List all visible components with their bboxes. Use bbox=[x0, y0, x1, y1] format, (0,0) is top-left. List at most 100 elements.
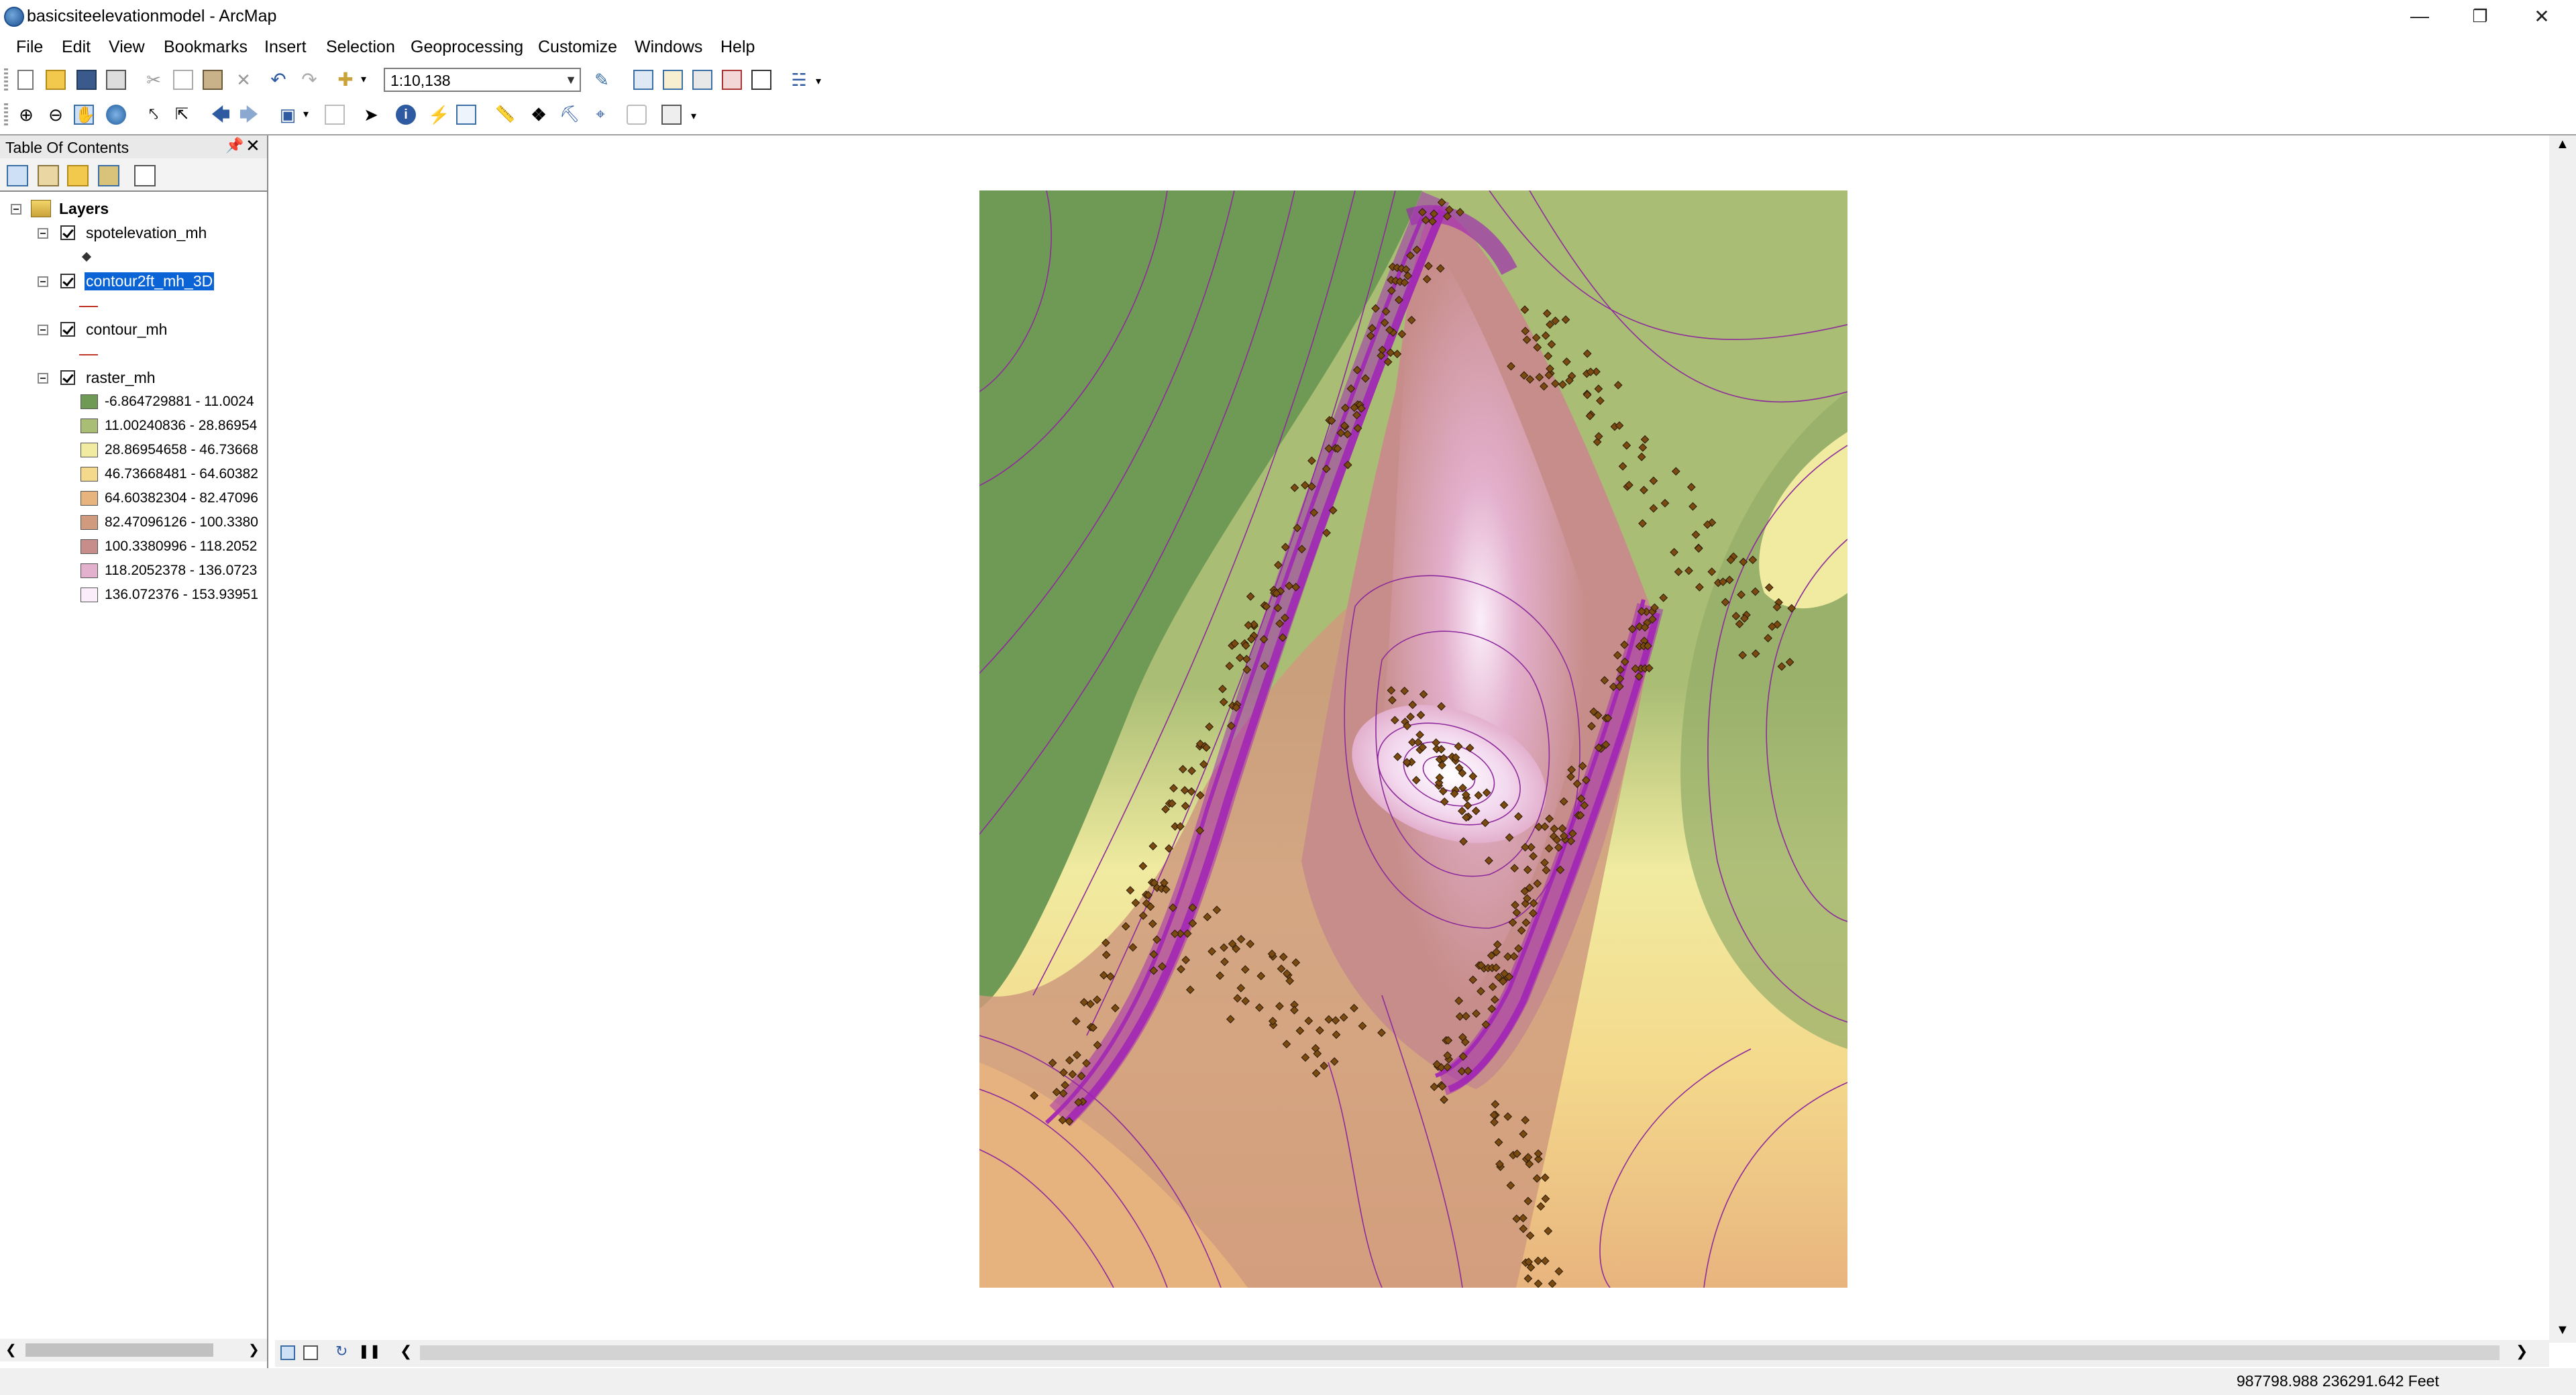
python-window-icon[interactable] bbox=[751, 70, 771, 90]
copy-icon[interactable] bbox=[173, 70, 193, 90]
legend-swatch[interactable] bbox=[80, 539, 98, 554]
layer-visibility-checkbox[interactable] bbox=[60, 370, 75, 385]
redo-icon[interactable]: ↷ bbox=[299, 70, 319, 90]
layer-collapse-toggle[interactable] bbox=[38, 325, 48, 335]
menu-selection[interactable]: Selection bbox=[326, 38, 395, 57]
layer-visibility-checkbox[interactable] bbox=[60, 225, 75, 240]
layer-contour2ft-mh-3d[interactable]: contour2ft_mh_3D bbox=[83, 272, 215, 291]
elevation-map[interactable] bbox=[979, 190, 1847, 1288]
list-by-visibility-icon[interactable] bbox=[67, 165, 89, 186]
legend-swatch[interactable] bbox=[80, 491, 98, 506]
save-icon[interactable] bbox=[76, 70, 97, 90]
legend-swatch[interactable] bbox=[80, 563, 98, 578]
restore-button[interactable]: ❐ bbox=[2450, 0, 2510, 32]
menu-bookmarks[interactable]: Bookmarks bbox=[164, 38, 248, 57]
pause-drawing-icon[interactable]: ❚❚ bbox=[358, 1343, 381, 1359]
layer-visibility-checkbox[interactable] bbox=[60, 322, 75, 337]
fixed-zoom-in-icon[interactable]: ⤣ bbox=[144, 105, 164, 125]
search-window-icon[interactable] bbox=[692, 70, 712, 90]
layers-root-label[interactable]: Layers bbox=[59, 200, 109, 218]
add-data-dropdown-icon[interactable]: ▾ bbox=[361, 70, 372, 90]
toolbar-options-icon[interactable]: ▾ bbox=[691, 105, 702, 125]
menu-geoprocessing[interactable]: Geoprocessing bbox=[411, 38, 523, 57]
scrollbar-thumb[interactable] bbox=[420, 1345, 2500, 1360]
open-folder-icon[interactable] bbox=[46, 70, 66, 90]
menu-windows[interactable]: Windows bbox=[635, 38, 702, 57]
map-scale-combo[interactable]: 1:10,138 ▼ bbox=[384, 68, 581, 92]
find-icon[interactable]: ❖ bbox=[529, 105, 549, 125]
close-window-button[interactable]: ✕ bbox=[2512, 0, 2572, 32]
legend-swatch[interactable] bbox=[80, 394, 98, 409]
menu-edit[interactable]: Edit bbox=[62, 38, 91, 57]
cut-icon[interactable]: ✂ bbox=[144, 70, 164, 90]
map-vertical-scrollbar[interactable]: ▲ ▼ bbox=[2549, 135, 2576, 1343]
arctoolbox-icon[interactable] bbox=[722, 70, 742, 90]
close-icon[interactable]: ✕ bbox=[246, 135, 260, 156]
legend-swatch[interactable] bbox=[80, 515, 98, 530]
legend-swatch[interactable] bbox=[80, 443, 98, 457]
catalog-icon[interactable] bbox=[663, 70, 683, 90]
list-by-selection-icon[interactable] bbox=[98, 165, 119, 186]
toolbar-options-icon[interactable]: ▾ bbox=[816, 70, 826, 90]
print-icon[interactable] bbox=[106, 70, 126, 90]
layers-collapse-toggle[interactable] bbox=[11, 204, 21, 215]
forward-arrow-icon[interactable]: 🡆 bbox=[239, 105, 259, 125]
legend-swatch[interactable] bbox=[80, 588, 98, 602]
table-of-contents-icon[interactable] bbox=[633, 70, 653, 90]
editor-toolbar-icon[interactable]: ✎ bbox=[592, 70, 612, 90]
delete-icon[interactable]: ✕ bbox=[233, 70, 254, 90]
layout-view-icon[interactable] bbox=[303, 1345, 318, 1360]
layer-raster-mh[interactable]: raster_mh bbox=[86, 369, 156, 387]
clear-selection-icon[interactable] bbox=[325, 105, 345, 125]
menu-help[interactable]: Help bbox=[720, 38, 755, 57]
refresh-icon[interactable]: ↻ bbox=[335, 1343, 347, 1360]
layer-collapse-toggle[interactable] bbox=[38, 276, 48, 287]
layer-visibility-checkbox[interactable] bbox=[60, 274, 75, 288]
legend-swatch[interactable] bbox=[80, 467, 98, 482]
zoom-out-icon[interactable]: ⊖ bbox=[46, 105, 66, 125]
scroll-left-icon[interactable]: ❮ bbox=[5, 1341, 17, 1358]
toc-options-icon[interactable] bbox=[134, 165, 156, 186]
menu-file[interactable]: File bbox=[16, 38, 43, 57]
new-document-icon[interactable] bbox=[17, 70, 34, 90]
find-route-icon[interactable]: ⛏ bbox=[559, 105, 580, 125]
scroll-right-icon[interactable]: ❯ bbox=[248, 1341, 260, 1358]
legend-swatch[interactable] bbox=[80, 418, 98, 433]
select-dropdown-icon[interactable]: ▾ bbox=[303, 105, 314, 125]
layer-spotelevation-mh[interactable]: spotelevation_mh bbox=[86, 224, 207, 242]
time-slider-icon[interactable] bbox=[627, 105, 647, 125]
fixed-zoom-out-icon[interactable]: ⇱ bbox=[172, 105, 192, 125]
html-popup-icon[interactable] bbox=[456, 105, 476, 125]
pan-icon[interactable]: ✋ bbox=[74, 105, 95, 125]
add-data-icon[interactable]: ✚ bbox=[335, 70, 356, 90]
list-by-source-icon[interactable] bbox=[38, 165, 59, 186]
zoom-in-icon[interactable]: ⊕ bbox=[16, 105, 36, 125]
toc-horizontal-scrollbar[interactable]: ❮ ❯ bbox=[0, 1339, 267, 1361]
back-arrow-icon[interactable]: 🡄 bbox=[211, 105, 231, 125]
scroll-up-icon[interactable]: ▲ bbox=[2556, 137, 2569, 152]
map-horizontal-scrollbar[interactable]: ❮ ❯ bbox=[400, 1343, 2533, 1363]
scroll-down-icon[interactable]: ▼ bbox=[2556, 1323, 2569, 1338]
identify-icon[interactable]: i bbox=[396, 105, 416, 125]
modelbuilder-icon[interactable]: ☵ bbox=[789, 70, 809, 90]
toolbar-grip[interactable] bbox=[4, 103, 8, 126]
layer-collapse-toggle[interactable] bbox=[38, 373, 48, 384]
undo-icon[interactable]: ↶ bbox=[268, 70, 288, 90]
data-view-icon[interactable] bbox=[280, 1345, 295, 1360]
toolbar-grip[interactable] bbox=[4, 68, 8, 91]
menu-customize[interactable]: Customize bbox=[538, 38, 617, 57]
select-features-icon[interactable]: ▣ bbox=[278, 105, 298, 125]
go-to-xy-icon[interactable]: ⌖ bbox=[590, 105, 610, 125]
scroll-right-icon[interactable]: ❯ bbox=[2516, 1343, 2528, 1360]
pin-icon[interactable]: 📌 bbox=[225, 137, 244, 154]
list-by-drawing-order-icon[interactable] bbox=[7, 165, 28, 186]
select-elements-icon[interactable]: ➤ bbox=[361, 105, 381, 125]
full-extent-icon[interactable] bbox=[106, 105, 126, 125]
menu-insert[interactable]: Insert bbox=[264, 38, 307, 57]
measure-icon[interactable]: 📏 bbox=[495, 105, 515, 125]
minimize-button[interactable]: — bbox=[2390, 0, 2450, 32]
menu-view[interactable]: View bbox=[109, 38, 145, 57]
scroll-left-icon[interactable]: ❮ bbox=[400, 1343, 412, 1360]
layer-collapse-toggle[interactable] bbox=[38, 228, 48, 239]
paste-icon[interactable] bbox=[203, 70, 223, 90]
